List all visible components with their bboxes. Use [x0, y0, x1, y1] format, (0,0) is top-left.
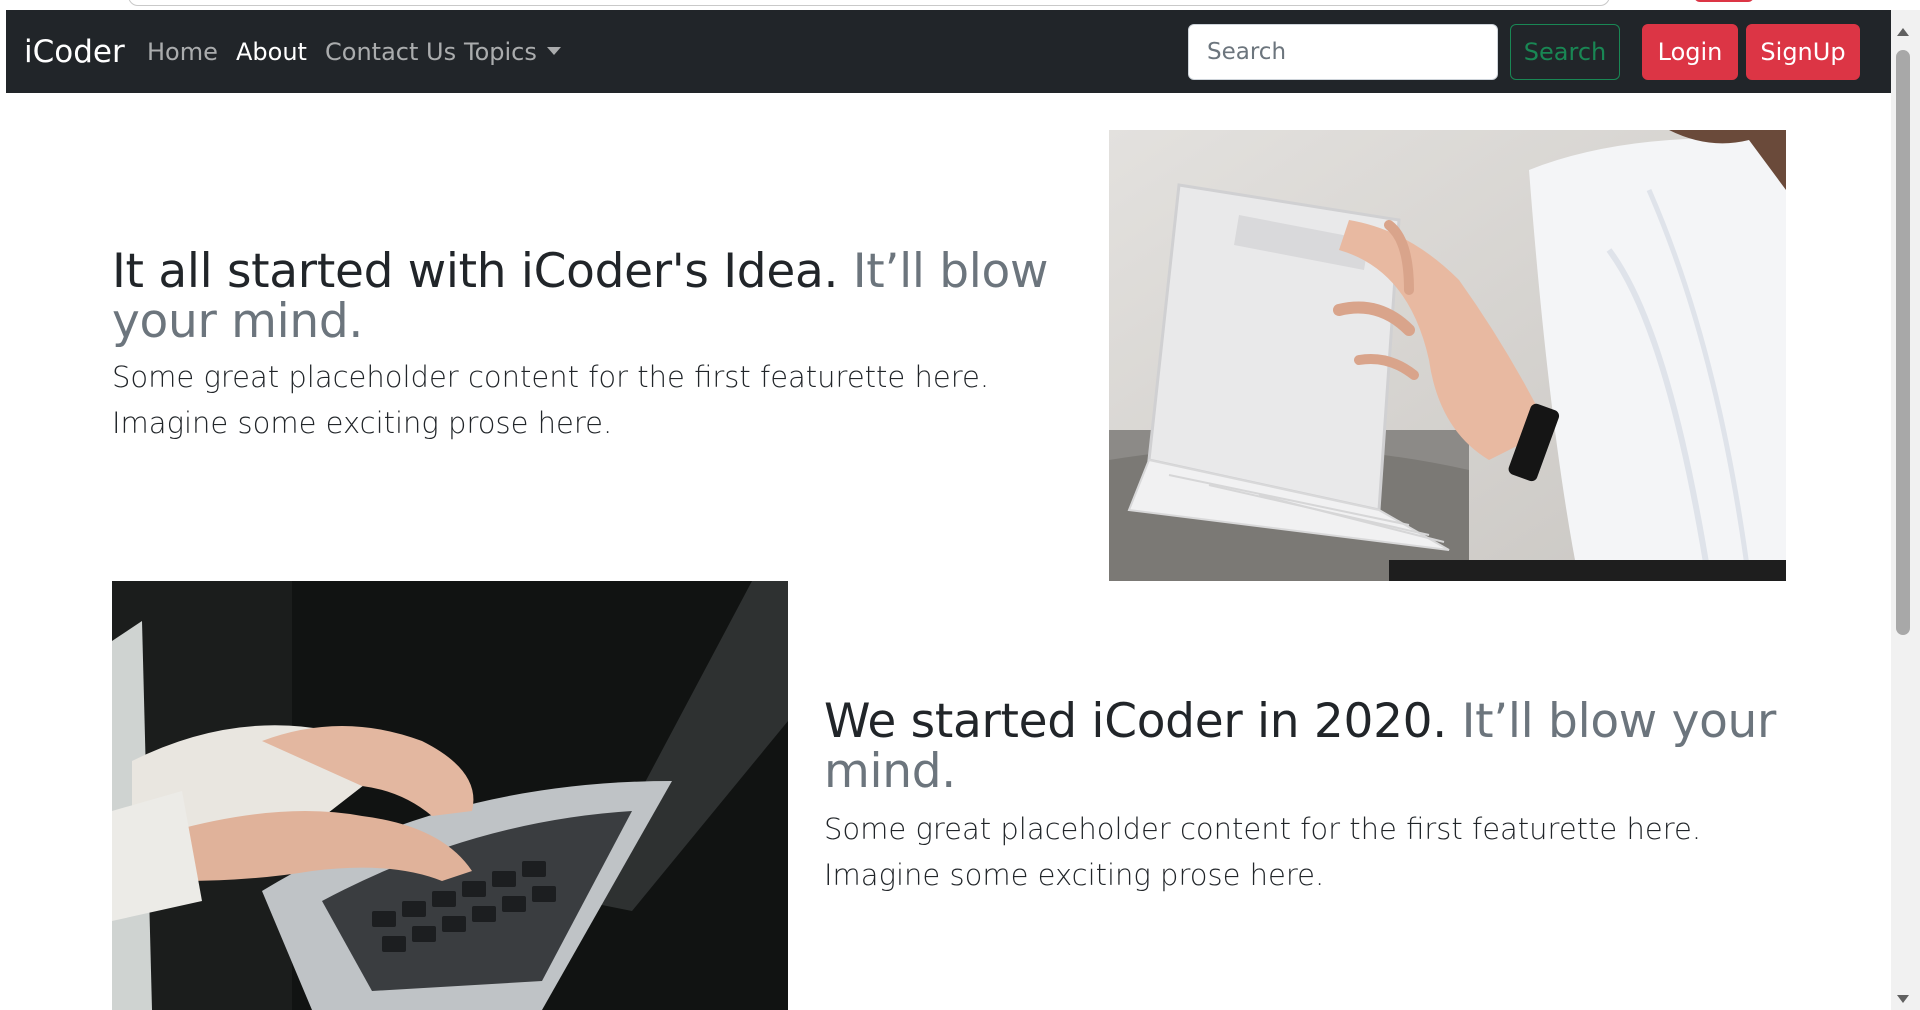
search-button[interactable]: Search: [1510, 24, 1620, 80]
nav-dropdown-topics-label: Topics: [464, 38, 537, 66]
login-button[interactable]: Login: [1642, 24, 1738, 80]
nav-link-about[interactable]: About: [236, 38, 307, 66]
scroll-down-arrow-icon[interactable]: [1897, 995, 1909, 1003]
featurette-heading-1: It all started with iCoder's Idea. It’ll…: [112, 247, 1092, 347]
signup-button[interactable]: SignUp: [1746, 24, 1860, 80]
caret-down-icon: [546, 47, 561, 55]
featurette-heading-2: We started iCoder in 2020. It’ll blow yo…: [824, 697, 1804, 797]
nav-link-home[interactable]: Home: [147, 38, 218, 66]
top-navbar: iCoder Home About Contact Us Topics Sear…: [6, 10, 1891, 93]
featurette-heading-2-main: We started iCoder in 2020.: [824, 694, 1447, 749]
nav-dropdown-topics[interactable]: Topics: [464, 38, 561, 66]
search-input[interactable]: [1188, 24, 1498, 80]
scrollbar-thumb[interactable]: [1896, 50, 1910, 635]
featurette-lead-2: Some great placeholder content for the f…: [824, 812, 1702, 892]
laptop-photo-icon: [112, 581, 788, 1010]
featurette-heading-1-main: It all started with iCoder's Idea.: [112, 244, 839, 299]
scroll-up-arrow-icon[interactable]: [1897, 28, 1909, 36]
brand-logo[interactable]: iCoder: [24, 34, 125, 70]
featurette-lead-1: Some great placeholder content for the f…: [112, 360, 990, 440]
red-tab-edge: [1694, 0, 1754, 2]
tablet-photo-icon: [1109, 130, 1786, 581]
address-bar-edge: [128, 0, 1610, 6]
nav-link-contact[interactable]: Contact Us: [325, 38, 456, 66]
